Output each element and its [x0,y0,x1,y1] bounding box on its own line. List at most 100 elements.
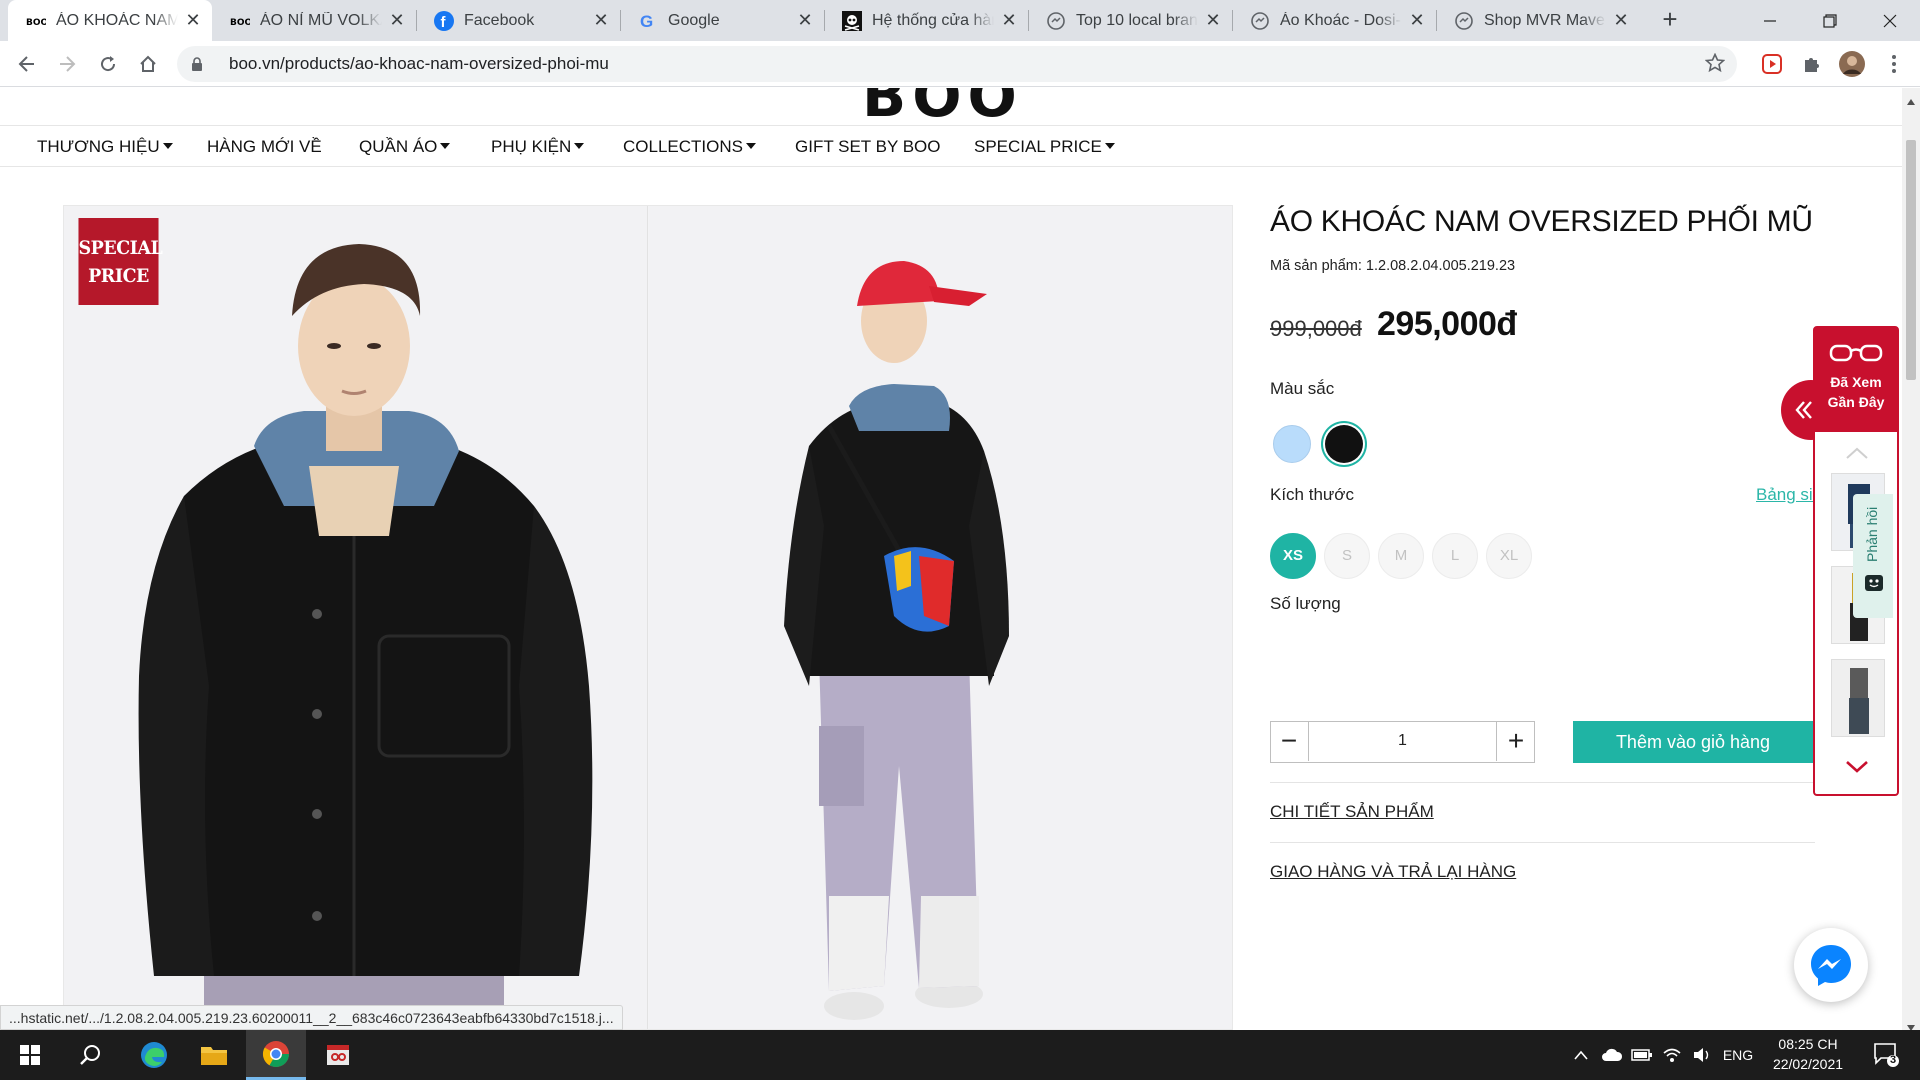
tab-top10[interactable]: Top 10 local brand ✕ [1028,0,1232,41]
nav-item-special-price[interactable]: SPECIAL PRICE [974,126,1115,168]
badge-line: SPECIAL [78,237,163,259]
close-icon[interactable]: ✕ [388,10,406,30]
size-option-m[interactable]: M [1378,533,1424,579]
new-tab-button[interactable]: + [1656,6,1684,34]
close-icon[interactable]: ✕ [1000,10,1018,30]
restore-button[interactable] [1800,0,1860,41]
messenger-chat-button[interactable] [1794,928,1868,1002]
product-photo-side[interactable] [649,206,1232,1029]
close-icon[interactable]: ✕ [1612,10,1630,30]
notification-center-icon[interactable]: 3 [1866,1030,1906,1080]
forward-button[interactable] [51,48,83,80]
svg-text:BOO: BOO [230,18,250,26]
size-option-xs[interactable]: XS [1270,533,1316,579]
product-photo-front[interactable]: SPECIAL PRICE [64,206,648,1029]
recently-viewed-title: Gần Đây [1827,394,1885,410]
size-option-s[interactable]: S [1324,533,1370,579]
decrease-quantity-button[interactable]: − [1270,721,1308,761]
wifi-icon[interactable] [1658,1030,1686,1080]
divider [1270,842,1815,843]
nav-item-brands[interactable]: THƯƠNG HIỆU [37,126,173,168]
tab-title: ÁO KHOÁC NAM OVERSIZED PHỐI MŨ [56,11,178,29]
google-icon: G [638,11,658,31]
tab-title: Áo Khoác - Dosi-in [1280,11,1402,29]
increase-quantity-button[interactable]: + [1497,721,1535,761]
size-option-xl[interactable]: XL [1486,533,1532,579]
scrollbar-thumb[interactable] [1906,140,1916,380]
search-icon[interactable] [60,1030,120,1080]
input-language-indicator[interactable]: ENG [1718,1030,1758,1080]
color-swatch-light-blue[interactable] [1273,425,1311,463]
address-bar[interactable]: boo.vn/products/ao-khoac-nam-oversized-p… [177,46,1737,82]
close-window-button[interactable] [1860,0,1920,41]
reload-button[interactable] [92,48,124,80]
product-sku: Mã sản phẩm: 1.2.08.2.04.005.219.23 [1270,258,1516,274]
recent-product-thumb[interactable] [1831,659,1885,737]
badge-line: PRICE [88,265,149,287]
close-icon[interactable]: ✕ [796,10,814,30]
caret-down-icon [1104,143,1115,149]
close-icon[interactable]: ✕ [184,10,202,30]
tab-facebook[interactable]: f Facebook ✕ [416,0,620,41]
windows-start-icon[interactable] [0,1030,60,1080]
tab-dosiin[interactable]: Áo Khoác - Dosi-in ✕ [1232,0,1436,41]
scroll-up-arrow-icon[interactable] [1907,92,1915,110]
original-price: 999,000đ [1270,316,1362,341]
add-to-cart-button[interactable]: Thêm vào giỏ hàng [1573,721,1813,763]
recently-viewed-header[interactable]: Đã Xem Gần Đây [1815,328,1897,432]
chrome-icon[interactable] [246,1030,306,1080]
bookmark-star-icon[interactable] [1704,52,1726,78]
tab-mvr[interactable]: Shop MVR Maverick ✕ [1436,0,1640,41]
close-icon[interactable]: ✕ [592,10,610,30]
size-option-l[interactable]: L [1432,533,1478,579]
profile-avatar[interactable] [1838,50,1866,78]
product-details-link[interactable]: CHI TIẾT SẢN PHẨM [1270,802,1434,822]
nav-item-new-arrivals[interactable]: HÀNG MỚI VỀ [207,126,322,168]
snipping-tool-icon[interactable] [308,1030,368,1080]
tab-product[interactable]: BOO ÁO KHOÁC NAM OVERSIZED PHỐI MŨ ✕ [8,0,212,41]
shipping-returns-link[interactable]: GIAO HÀNG VÀ TRẢ LẠI HÀNG [1270,862,1516,882]
close-icon[interactable]: ✕ [1408,10,1426,30]
file-explorer-icon[interactable] [184,1030,244,1080]
system-clock[interactable]: 08:25 CH 22/02/2021 [1760,1034,1856,1074]
home-button[interactable] [132,48,164,80]
chevron-up-icon[interactable] [1845,446,1869,465]
edge-browser-icon[interactable] [124,1030,184,1080]
volume-icon[interactable] [1688,1030,1716,1080]
close-icon[interactable]: ✕ [1204,10,1222,30]
feedback-label: Phản hồi [1864,506,1880,562]
extension-red-icon[interactable] [1758,50,1786,78]
nav-item-gift-set[interactable]: GIFT SET BY BOO [795,126,941,168]
onedrive-cloud-icon[interactable] [1598,1030,1626,1080]
menu-kebab-icon[interactable] [1880,50,1908,78]
nav-item-collections[interactable]: COLLECTIONS [623,126,756,168]
messenger-icon [1811,945,1851,986]
minimize-button[interactable] [1740,0,1800,41]
page-scrollbar[interactable] [1902,88,1920,1031]
chevron-down-icon[interactable] [1845,760,1869,779]
tab-google[interactable]: G Google ✕ [620,0,824,41]
boo-icon: BOO [230,11,250,31]
chevron-up-tray-icon[interactable] [1568,1030,1594,1080]
tab-store-system[interactable]: Hệ thống cửa hàng ✕ [824,0,1028,41]
nav-label: THƯƠNG HIỆU [37,137,160,156]
color-swatch-black[interactable] [1325,425,1363,463]
feedback-tab[interactable]: Phản hồi [1853,494,1893,618]
tab-title: Shop MVR Maverick [1484,11,1606,29]
battery-icon[interactable] [1628,1030,1656,1080]
tab-volkation[interactable]: BOO ÁO NỈ MŨ VOLKATION ✕ [212,0,416,41]
nav-item-accessories[interactable]: PHỤ KIỆN [491,126,585,168]
nav-label: SPECIAL PRICE [974,137,1102,156]
browser-toolbar: boo.vn/products/ao-khoac-nam-oversized-p… [0,41,1920,87]
back-button[interactable] [11,48,43,80]
nav-item-clothing[interactable]: QUẦN ÁO [359,126,451,168]
svg-text:G: G [640,12,653,31]
generic-site-icon [1250,11,1270,31]
extensions-puzzle-icon[interactable] [1798,50,1826,78]
tab-title: Top 10 local brand [1076,11,1198,29]
product-title: ÁO KHOÁC NAM OVERSIZED PHỐI MŨ [1270,205,1813,238]
site-logo[interactable]: BOO [862,88,1023,130]
lock-icon[interactable] [191,56,211,72]
url-text[interactable]: boo.vn/products/ao-khoac-nam-oversized-p… [229,54,609,74]
quantity-input[interactable]: 1 [1308,721,1497,761]
